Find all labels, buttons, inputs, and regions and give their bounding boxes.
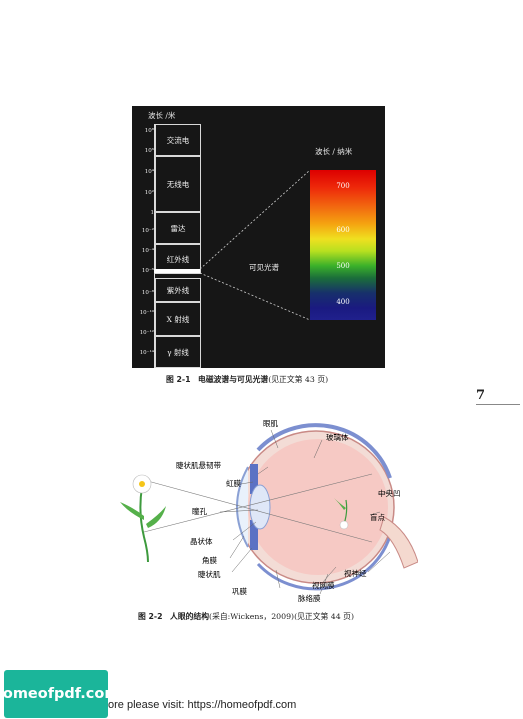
page-number: 7 <box>476 388 486 403</box>
caption-number: 图 2-2 <box>138 612 163 621</box>
flower-object <box>120 474 166 563</box>
electromagnetic-spectrum-figure: 波长 /米 10⁸ 10⁶ 10⁴ 10² 1 10⁻² 10⁻⁴ 10⁻⁶ 1… <box>132 106 385 368</box>
label-sclera: 巩膜 <box>232 586 247 596</box>
label-iris: 虹膜 <box>226 478 241 488</box>
caption-title: 人眼的结构 <box>170 612 210 621</box>
caption-title: 电磁波谱与可见光谱 <box>198 375 269 384</box>
visible-spectrum-gradient: 700 600 500 400 <box>310 170 376 320</box>
caption-note: (见正文第 43 页) <box>268 375 329 384</box>
label-choroid: 脉络膜 <box>298 593 321 603</box>
label-lens: 晶状体 <box>190 536 213 546</box>
label-vitreous: 玻璃体 <box>326 432 349 442</box>
label-blind-spot: 盲点 <box>370 512 385 522</box>
eye-structure-diagram: 眼肌 玻璃体 睫状肌悬韧带 虹膜 中央凹 盲点 瞳孔 晶状体 角膜 睫状肌 视神… <box>120 419 418 603</box>
spectrum-tick: 500 <box>336 262 350 270</box>
wavelength-nm-label: 波长 / 纳米 <box>315 147 353 156</box>
logo-text: homeofpdf.com <box>0 686 120 702</box>
spectrum-tick: 600 <box>336 226 350 234</box>
figure1-caption: 图 2-1 电磁波谱与可见光谱(见正文第 43 页) <box>166 374 328 385</box>
label-retina: 视网膜 <box>312 580 335 590</box>
footer-link[interactable]: ore please visit: https://homeofpdf.com <box>108 699 296 711</box>
page-number-rule <box>476 404 520 405</box>
figure2-caption: 图 2-2 人眼的结构(采自:Wickens，2009)(见正文第 44 页) <box>138 611 354 622</box>
site-logo[interactable]: homeofpdf.com <box>0 670 119 718</box>
visible-spectrum-label: 可见光谱 <box>249 263 279 272</box>
label-pupil: 瞳孔 <box>192 506 207 516</box>
label-cornea: 角膜 <box>202 555 217 565</box>
caption-note: (采自:Wickens，2009)(见正文第 44 页) <box>209 612 355 621</box>
label-ciliary-muscle: 睫状肌 <box>198 569 221 579</box>
label-fovea: 中央凹 <box>378 488 401 498</box>
spectrum-tick: 400 <box>336 298 350 306</box>
spectrum-tick: 700 <box>336 182 350 190</box>
label-optic-nerve: 视神经 <box>344 568 367 578</box>
caption-number: 图 2-1 <box>166 375 191 384</box>
label-zonule: 睫状肌悬韧带 <box>176 460 221 470</box>
label-eye-muscle: 眼肌 <box>263 419 278 428</box>
lens-shape <box>249 484 271 530</box>
